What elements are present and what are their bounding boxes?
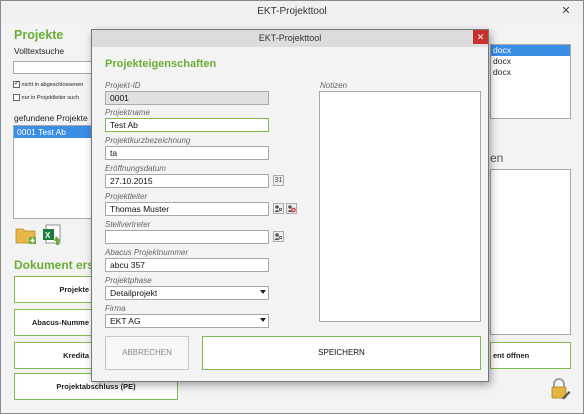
- search-input[interactable]: [13, 61, 93, 74]
- calendar-icon[interactable]: 31: [273, 175, 284, 186]
- found-projects-list[interactable]: 0001 Test Ab: [13, 125, 93, 219]
- projektphase-label: Projektphase: [105, 276, 152, 285]
- dialog-heading: Projekteigenschaften: [105, 58, 217, 70]
- found-label: gefundene Projekte: [14, 113, 88, 123]
- notizen-label: Notizen: [320, 81, 348, 90]
- person-search-icon[interactable]: [273, 231, 284, 242]
- kredit-button[interactable]: Kredita: [14, 342, 94, 369]
- svg-text:X: X: [45, 231, 51, 240]
- kurzbezeichnung-input[interactable]: ta: [105, 146, 269, 160]
- list-item[interactable]: docx: [491, 56, 570, 67]
- dialog-close-button[interactable]: ✕: [473, 30, 488, 44]
- kurzbezeichnung-label: Projektkurzbezeichnung: [105, 136, 191, 145]
- projekt-id-field: 0001: [105, 91, 269, 105]
- chevron-down-icon: [260, 318, 266, 322]
- abacus-input[interactable]: abcu 357: [105, 258, 269, 272]
- person-search-icon[interactable]: [273, 203, 284, 214]
- list-item[interactable]: docx: [491, 45, 570, 56]
- chk-not-closed-row[interactable]: ✓ nicht in abgeschlossenen: [13, 80, 84, 88]
- documents-list[interactable]: docx docx docx: [490, 44, 571, 119]
- projects-heading: Projekte: [14, 28, 64, 42]
- firma-select[interactable]: EKT AG: [105, 314, 269, 328]
- notizen-textarea[interactable]: [319, 91, 481, 322]
- chk-leader-label: nur in Projektleiter such: [21, 94, 80, 101]
- list-item[interactable]: docx: [491, 67, 570, 78]
- firma-value: EKT AG: [110, 316, 141, 326]
- abacus-label: Abacus Projektnummer: [105, 248, 189, 257]
- project-properties-dialog: EKT-Projekttool ✕ Projekteigenschaften P…: [91, 29, 489, 382]
- list-item[interactable]: 0001 Test Ab: [14, 126, 92, 138]
- chk-not-closed-box[interactable]: ✓: [13, 80, 20, 88]
- folder-add-icon[interactable]: [15, 225, 37, 245]
- dialog-title: EKT-Projekttool: [92, 30, 488, 47]
- main-close-button[interactable]: ✕: [550, 1, 582, 21]
- lock-edit-icon[interactable]: [549, 378, 571, 400]
- projektleiter-input[interactable]: Thomas Muster: [105, 202, 269, 216]
- dokument-oeffnen-button[interactable]: ent öffnen: [490, 342, 571, 369]
- fulltext-label: Volltextsuche: [14, 46, 65, 56]
- projektphase-select[interactable]: Detailprojekt: [105, 286, 269, 300]
- save-button[interactable]: SPEICHERN: [202, 336, 481, 370]
- chk-leader-box[interactable]: [13, 94, 20, 101]
- eroeffnungsdatum-label: Eröffnungsdatum: [105, 164, 166, 173]
- eroeffnungsdatum-input[interactable]: 27.10.2015: [105, 174, 269, 188]
- chk-not-closed-label: nicht in abgeschlossenen: [21, 81, 84, 88]
- chk-leader-row[interactable]: nur in Projektleiter such: [13, 94, 79, 101]
- person-remove-icon[interactable]: [286, 203, 297, 214]
- right-panel-box[interactable]: [490, 169, 571, 335]
- chevron-down-icon: [260, 290, 266, 294]
- excel-export-icon[interactable]: X: [42, 224, 64, 246]
- right-heading: en: [490, 151, 504, 165]
- projektname-label: Projektname: [105, 108, 150, 117]
- projektphase-value: Detailprojekt: [110, 288, 158, 298]
- stellvertreter-input[interactable]: [105, 230, 269, 244]
- main-window-title: EKT-Projekttool: [1, 1, 583, 23]
- abacus-button[interactable]: Abacus-Numme: [14, 309, 94, 336]
- projekt-id-label: Projekt-ID: [105, 81, 141, 90]
- firma-label: Firma: [105, 304, 126, 313]
- cancel-button[interactable]: ABBRECHEN: [105, 336, 189, 370]
- stellvertreter-label: Stellvertreter: [105, 220, 151, 229]
- projekt-button[interactable]: Projekte: [14, 276, 94, 303]
- projektname-input[interactable]: Test Ab: [105, 118, 269, 132]
- projektleiter-label: Projektleiter: [105, 192, 148, 201]
